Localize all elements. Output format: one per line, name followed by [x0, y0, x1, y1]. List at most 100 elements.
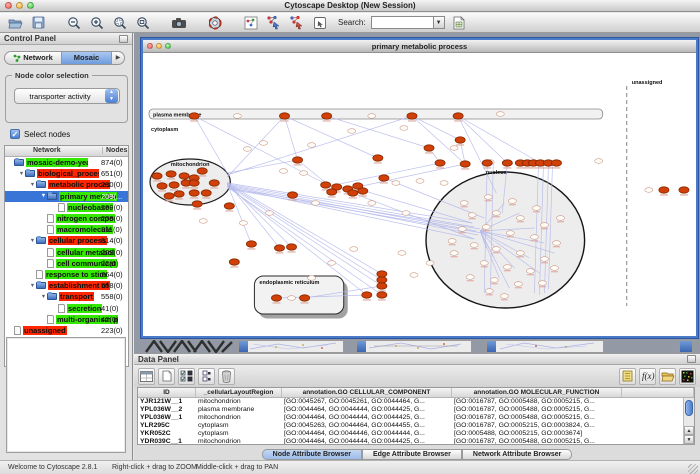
table-scrollbar[interactable]: ▲ ▼	[683, 398, 694, 444]
network-node-unselected[interactable]	[506, 231, 514, 236]
network-node-selected[interactable]	[224, 203, 234, 209]
network-node-unselected[interactable]	[398, 251, 406, 256]
network-node-unselected[interactable]	[279, 169, 287, 174]
network-node-selected[interactable]	[166, 171, 176, 177]
network-node-selected[interactable]	[189, 180, 199, 186]
expand-arrow-icon[interactable]: ▼	[29, 182, 36, 188]
tree-row[interactable]: multi-organism pro42(0)	[5, 314, 128, 325]
network-node-selected[interactable]	[377, 283, 387, 289]
table-row[interactable]: YJR121W__1mitochondrion[GO:0045267, GO:0…	[138, 398, 694, 406]
network-node-selected[interactable]	[358, 188, 368, 194]
network-node-unselected[interactable]	[532, 206, 540, 211]
function-builder-icon[interactable]: f(x)	[639, 368, 656, 385]
network-node-unselected[interactable]	[496, 112, 504, 117]
network-node-selected[interactable]	[379, 175, 389, 181]
zoom-fit-icon[interactable]	[134, 14, 152, 31]
network-node-unselected[interactable]	[468, 213, 476, 218]
network-node-unselected[interactable]	[416, 179, 424, 184]
network-node-selected[interactable]	[377, 277, 387, 283]
network-node-unselected[interactable]	[480, 261, 488, 266]
network-node-unselected[interactable]	[540, 223, 548, 228]
tree-row[interactable]: ▼establishment of lo558(0)	[5, 280, 128, 291]
network-node-selected[interactable]	[174, 191, 184, 197]
network-node-selected[interactable]	[455, 137, 465, 143]
minimize-icon[interactable]	[16, 2, 23, 9]
network-node-selected[interactable]	[327, 189, 337, 195]
network-node-unselected[interactable]	[440, 181, 448, 186]
network-node-unselected[interactable]	[448, 239, 456, 244]
network-node-selected[interactable]	[246, 241, 256, 247]
network-node-unselected[interactable]	[400, 126, 408, 131]
tree-row[interactable]: macromolecule311(0)	[5, 224, 128, 235]
attribute-table-icon[interactable]	[138, 368, 155, 385]
network-node-unselected[interactable]	[500, 294, 508, 299]
network-node-selected[interactable]	[362, 292, 372, 298]
network-node-selected[interactable]	[424, 145, 434, 151]
tree-row[interactable]: ▼metabolic process280(0)	[5, 179, 128, 190]
network-node-unselected[interactable]	[239, 221, 247, 226]
network-node-unselected[interactable]	[485, 289, 493, 294]
zoom-in-icon[interactable]	[88, 14, 106, 31]
column-header[interactable]: annotation.GO CELLULAR_COMPONENT	[282, 388, 452, 397]
network-node-unselected[interactable]	[645, 188, 653, 193]
tab-overflow-icon[interactable]: ▶	[112, 51, 125, 65]
network-node-selected[interactable]	[435, 160, 445, 166]
unselect-attributes-icon[interactable]	[198, 368, 215, 385]
help-icon[interactable]	[206, 14, 224, 31]
network-node-unselected[interactable]	[482, 225, 490, 230]
network-node-unselected[interactable]	[402, 211, 410, 216]
network-node-selected[interactable]	[377, 271, 387, 277]
scrollbar-thumb[interactable]	[685, 400, 693, 416]
network-node-unselected[interactable]	[595, 159, 603, 164]
zoom-window-icon[interactable]	[27, 2, 34, 9]
open-file-icon[interactable]	[6, 14, 24, 31]
network-node-unselected[interactable]	[556, 216, 564, 221]
node-color-dropdown[interactable]: transporter activity ▲▼	[14, 88, 120, 104]
annotation-icon[interactable]	[311, 14, 329, 31]
tab-network-attribute-browser[interactable]: Network Attribute Browser	[462, 449, 572, 460]
network-node-unselected[interactable]	[243, 147, 251, 152]
tree-row[interactable]: cellular metabol209(0)	[5, 247, 128, 258]
network-node-unselected[interactable]	[516, 251, 524, 256]
matrix-view-icon[interactable]	[679, 368, 696, 385]
table-row[interactable]: YDR039C__1mitochondrion[GO:0044464, GO:0…	[138, 438, 694, 445]
import-attribute-file-icon[interactable]	[659, 368, 676, 385]
scroll-down-icon[interactable]: ▼	[684, 435, 694, 444]
expand-arrow-icon[interactable]: ▼	[18, 171, 25, 177]
tab-edge-attribute-browser[interactable]: Edge Attribute Browser	[362, 449, 462, 460]
tree-row[interactable]: ▼cellular process614(0)	[5, 235, 128, 246]
tree-row[interactable]: response to stimulu264(0)	[5, 269, 128, 280]
network-node-selected[interactable]	[407, 113, 417, 119]
network-node-selected[interactable]	[201, 190, 211, 196]
network-node-unselected[interactable]	[300, 171, 308, 176]
network-node-unselected[interactable]	[470, 243, 478, 248]
tree-row[interactable]: ▼primary metabo209(...	[5, 191, 128, 202]
tree-row[interactable]: nitrogen compo209(0)	[5, 213, 128, 224]
table-row[interactable]: YPL036W__2plasma membrane[GO:0044464, GO…	[138, 406, 694, 414]
network-node-selected[interactable]	[293, 157, 303, 163]
network-node-unselected[interactable]	[514, 282, 522, 287]
network-node-unselected[interactable]	[368, 114, 376, 119]
network-node-unselected[interactable]	[538, 281, 546, 286]
network-node-selected[interactable]	[229, 259, 239, 265]
column-header[interactable]: ID	[138, 388, 196, 397]
tab-node-attribute-browser[interactable]: Node Attribute Browser	[262, 449, 362, 460]
network-node-selected[interactable]	[322, 113, 332, 119]
close-icon[interactable]	[5, 2, 12, 9]
network-node-unselected[interactable]	[460, 201, 468, 206]
network-node-selected[interactable]	[209, 180, 219, 186]
network-node-selected[interactable]	[321, 182, 331, 188]
network-node-selected[interactable]	[377, 292, 387, 298]
network-canvas[interactable]: plasma membranecytoplasmmitochondrionnuc…	[143, 53, 696, 336]
network-node-unselected[interactable]	[484, 195, 492, 200]
network-node-selected[interactable]	[348, 190, 358, 196]
select-attributes-icon[interactable]	[178, 368, 195, 385]
network-node-unselected[interactable]	[450, 146, 458, 151]
network-node-unselected[interactable]	[288, 296, 296, 301]
network-node-unselected[interactable]	[458, 227, 466, 232]
network-node-selected[interactable]	[288, 192, 298, 198]
search-dropdown-icon[interactable]: ▼	[433, 16, 445, 29]
background-window[interactable]	[356, 340, 472, 353]
snapshot-icon[interactable]	[170, 14, 188, 31]
expand-arrow-icon[interactable]: ▼	[29, 283, 36, 289]
